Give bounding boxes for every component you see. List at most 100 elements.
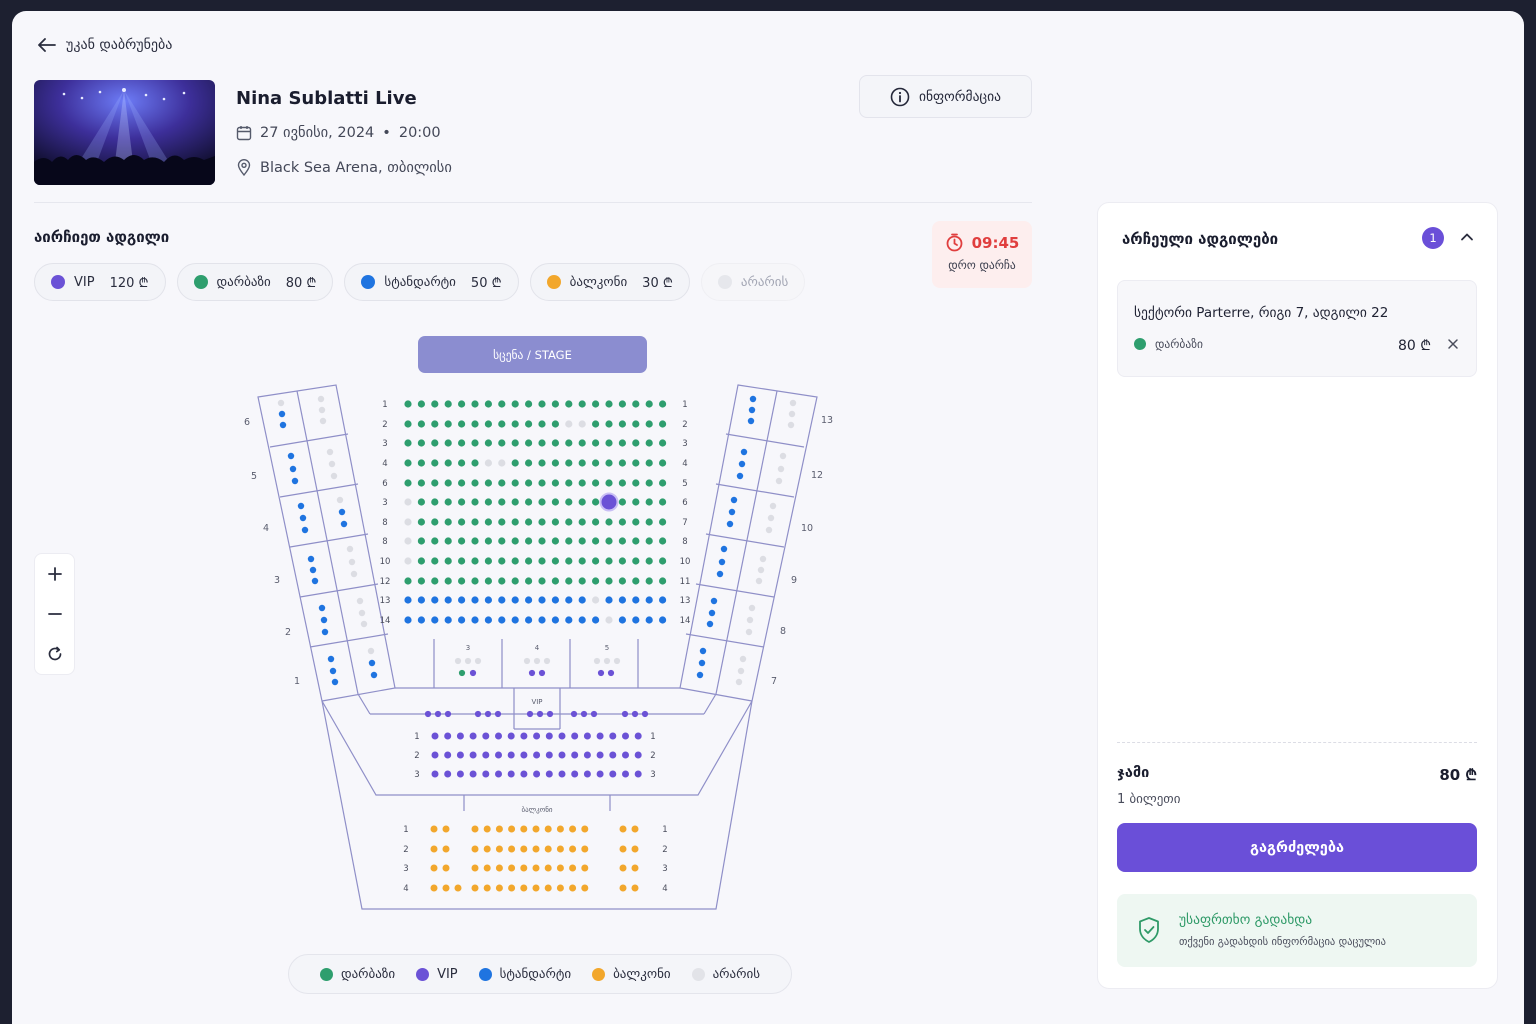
seat[interactable] bbox=[569, 825, 577, 833]
seat[interactable] bbox=[494, 710, 502, 718]
seat[interactable] bbox=[456, 732, 464, 740]
seat[interactable] bbox=[578, 400, 586, 408]
seat[interactable] bbox=[578, 479, 586, 487]
seat[interactable] bbox=[484, 439, 492, 447]
seat[interactable] bbox=[431, 616, 439, 624]
seat[interactable] bbox=[525, 518, 533, 526]
seat[interactable] bbox=[551, 537, 560, 545]
seat[interactable] bbox=[618, 518, 627, 526]
seat[interactable] bbox=[645, 420, 653, 428]
seat[interactable] bbox=[471, 825, 479, 833]
seat[interactable] bbox=[634, 732, 642, 740]
seat[interactable] bbox=[538, 400, 546, 408]
seat[interactable] bbox=[609, 770, 617, 778]
seat[interactable] bbox=[471, 498, 479, 506]
seat[interactable] bbox=[507, 732, 515, 740]
seat[interactable] bbox=[645, 557, 653, 565]
seat[interactable] bbox=[417, 479, 425, 487]
seat[interactable] bbox=[578, 459, 586, 467]
seat[interactable] bbox=[431, 751, 439, 759]
seat[interactable] bbox=[605, 577, 613, 585]
seat[interactable] bbox=[484, 400, 492, 408]
seat[interactable] bbox=[458, 577, 466, 585]
seat[interactable] bbox=[469, 770, 477, 778]
seat[interactable] bbox=[431, 537, 439, 545]
seat[interactable] bbox=[520, 751, 528, 759]
seat[interactable] bbox=[458, 537, 466, 545]
seat[interactable] bbox=[621, 710, 629, 718]
seat[interactable] bbox=[538, 498, 546, 506]
seat[interactable] bbox=[532, 884, 540, 892]
seat[interactable] bbox=[301, 526, 309, 534]
remove-ticket-button[interactable] bbox=[1446, 336, 1460, 355]
seat[interactable] bbox=[444, 459, 452, 467]
seat[interactable] bbox=[417, 439, 425, 447]
seat[interactable] bbox=[520, 770, 528, 778]
seat[interactable] bbox=[469, 751, 477, 759]
seat[interactable] bbox=[404, 616, 412, 624]
seat[interactable] bbox=[645, 400, 653, 408]
seat[interactable] bbox=[645, 616, 653, 624]
seat[interactable] bbox=[532, 864, 540, 872]
seat[interactable] bbox=[526, 710, 534, 718]
seat[interactable] bbox=[583, 732, 591, 740]
seat[interactable] bbox=[544, 864, 552, 872]
seat[interactable] bbox=[551, 420, 560, 428]
seat[interactable] bbox=[299, 514, 307, 522]
seat[interactable] bbox=[495, 825, 503, 833]
seat[interactable] bbox=[565, 400, 573, 408]
seat[interactable] bbox=[592, 518, 600, 526]
seat[interactable] bbox=[578, 616, 586, 624]
seat[interactable] bbox=[659, 459, 667, 467]
seat[interactable] bbox=[592, 400, 600, 408]
seat[interactable] bbox=[632, 518, 640, 526]
seat[interactable] bbox=[309, 566, 317, 574]
seat[interactable] bbox=[544, 884, 552, 892]
seat[interactable] bbox=[622, 732, 629, 740]
seat[interactable] bbox=[495, 845, 503, 853]
seat[interactable] bbox=[536, 710, 544, 718]
seat[interactable] bbox=[525, 459, 533, 467]
seat[interactable] bbox=[471, 864, 479, 872]
seat[interactable] bbox=[706, 620, 714, 628]
seat[interactable] bbox=[320, 616, 328, 624]
seat[interactable] bbox=[570, 710, 578, 718]
seat[interactable] bbox=[511, 537, 519, 545]
seat[interactable] bbox=[609, 751, 617, 759]
seat[interactable] bbox=[471, 884, 479, 892]
seat[interactable] bbox=[532, 845, 540, 853]
seat[interactable] bbox=[545, 732, 553, 740]
seat[interactable] bbox=[551, 518, 560, 526]
seat[interactable] bbox=[483, 864, 491, 872]
seat[interactable] bbox=[641, 710, 649, 718]
seat[interactable] bbox=[289, 465, 297, 473]
seat[interactable] bbox=[507, 751, 515, 759]
seat[interactable] bbox=[659, 616, 667, 624]
seat[interactable] bbox=[565, 616, 573, 624]
seat[interactable] bbox=[454, 884, 462, 892]
seat[interactable] bbox=[659, 439, 667, 447]
seat[interactable] bbox=[508, 884, 516, 892]
seat[interactable] bbox=[471, 616, 479, 624]
seat[interactable] bbox=[498, 420, 506, 428]
seat[interactable] bbox=[431, 439, 439, 447]
seat[interactable] bbox=[605, 459, 613, 467]
seat[interactable] bbox=[631, 845, 639, 853]
seat[interactable] bbox=[622, 770, 629, 778]
seat[interactable] bbox=[631, 710, 639, 718]
seat[interactable] bbox=[592, 420, 600, 428]
seat[interactable] bbox=[605, 439, 613, 447]
seat[interactable] bbox=[484, 577, 492, 585]
seat[interactable] bbox=[645, 537, 653, 545]
seat[interactable] bbox=[471, 577, 479, 585]
seat[interactable] bbox=[434, 710, 442, 718]
seat[interactable] bbox=[471, 596, 479, 604]
seat[interactable] bbox=[507, 770, 515, 778]
seat[interactable] bbox=[645, 596, 653, 604]
seat[interactable] bbox=[471, 518, 479, 526]
seat[interactable] bbox=[484, 557, 492, 565]
seat[interactable] bbox=[498, 596, 506, 604]
seat[interactable] bbox=[444, 732, 452, 740]
seat[interactable] bbox=[551, 400, 560, 408]
seat[interactable] bbox=[471, 439, 479, 447]
